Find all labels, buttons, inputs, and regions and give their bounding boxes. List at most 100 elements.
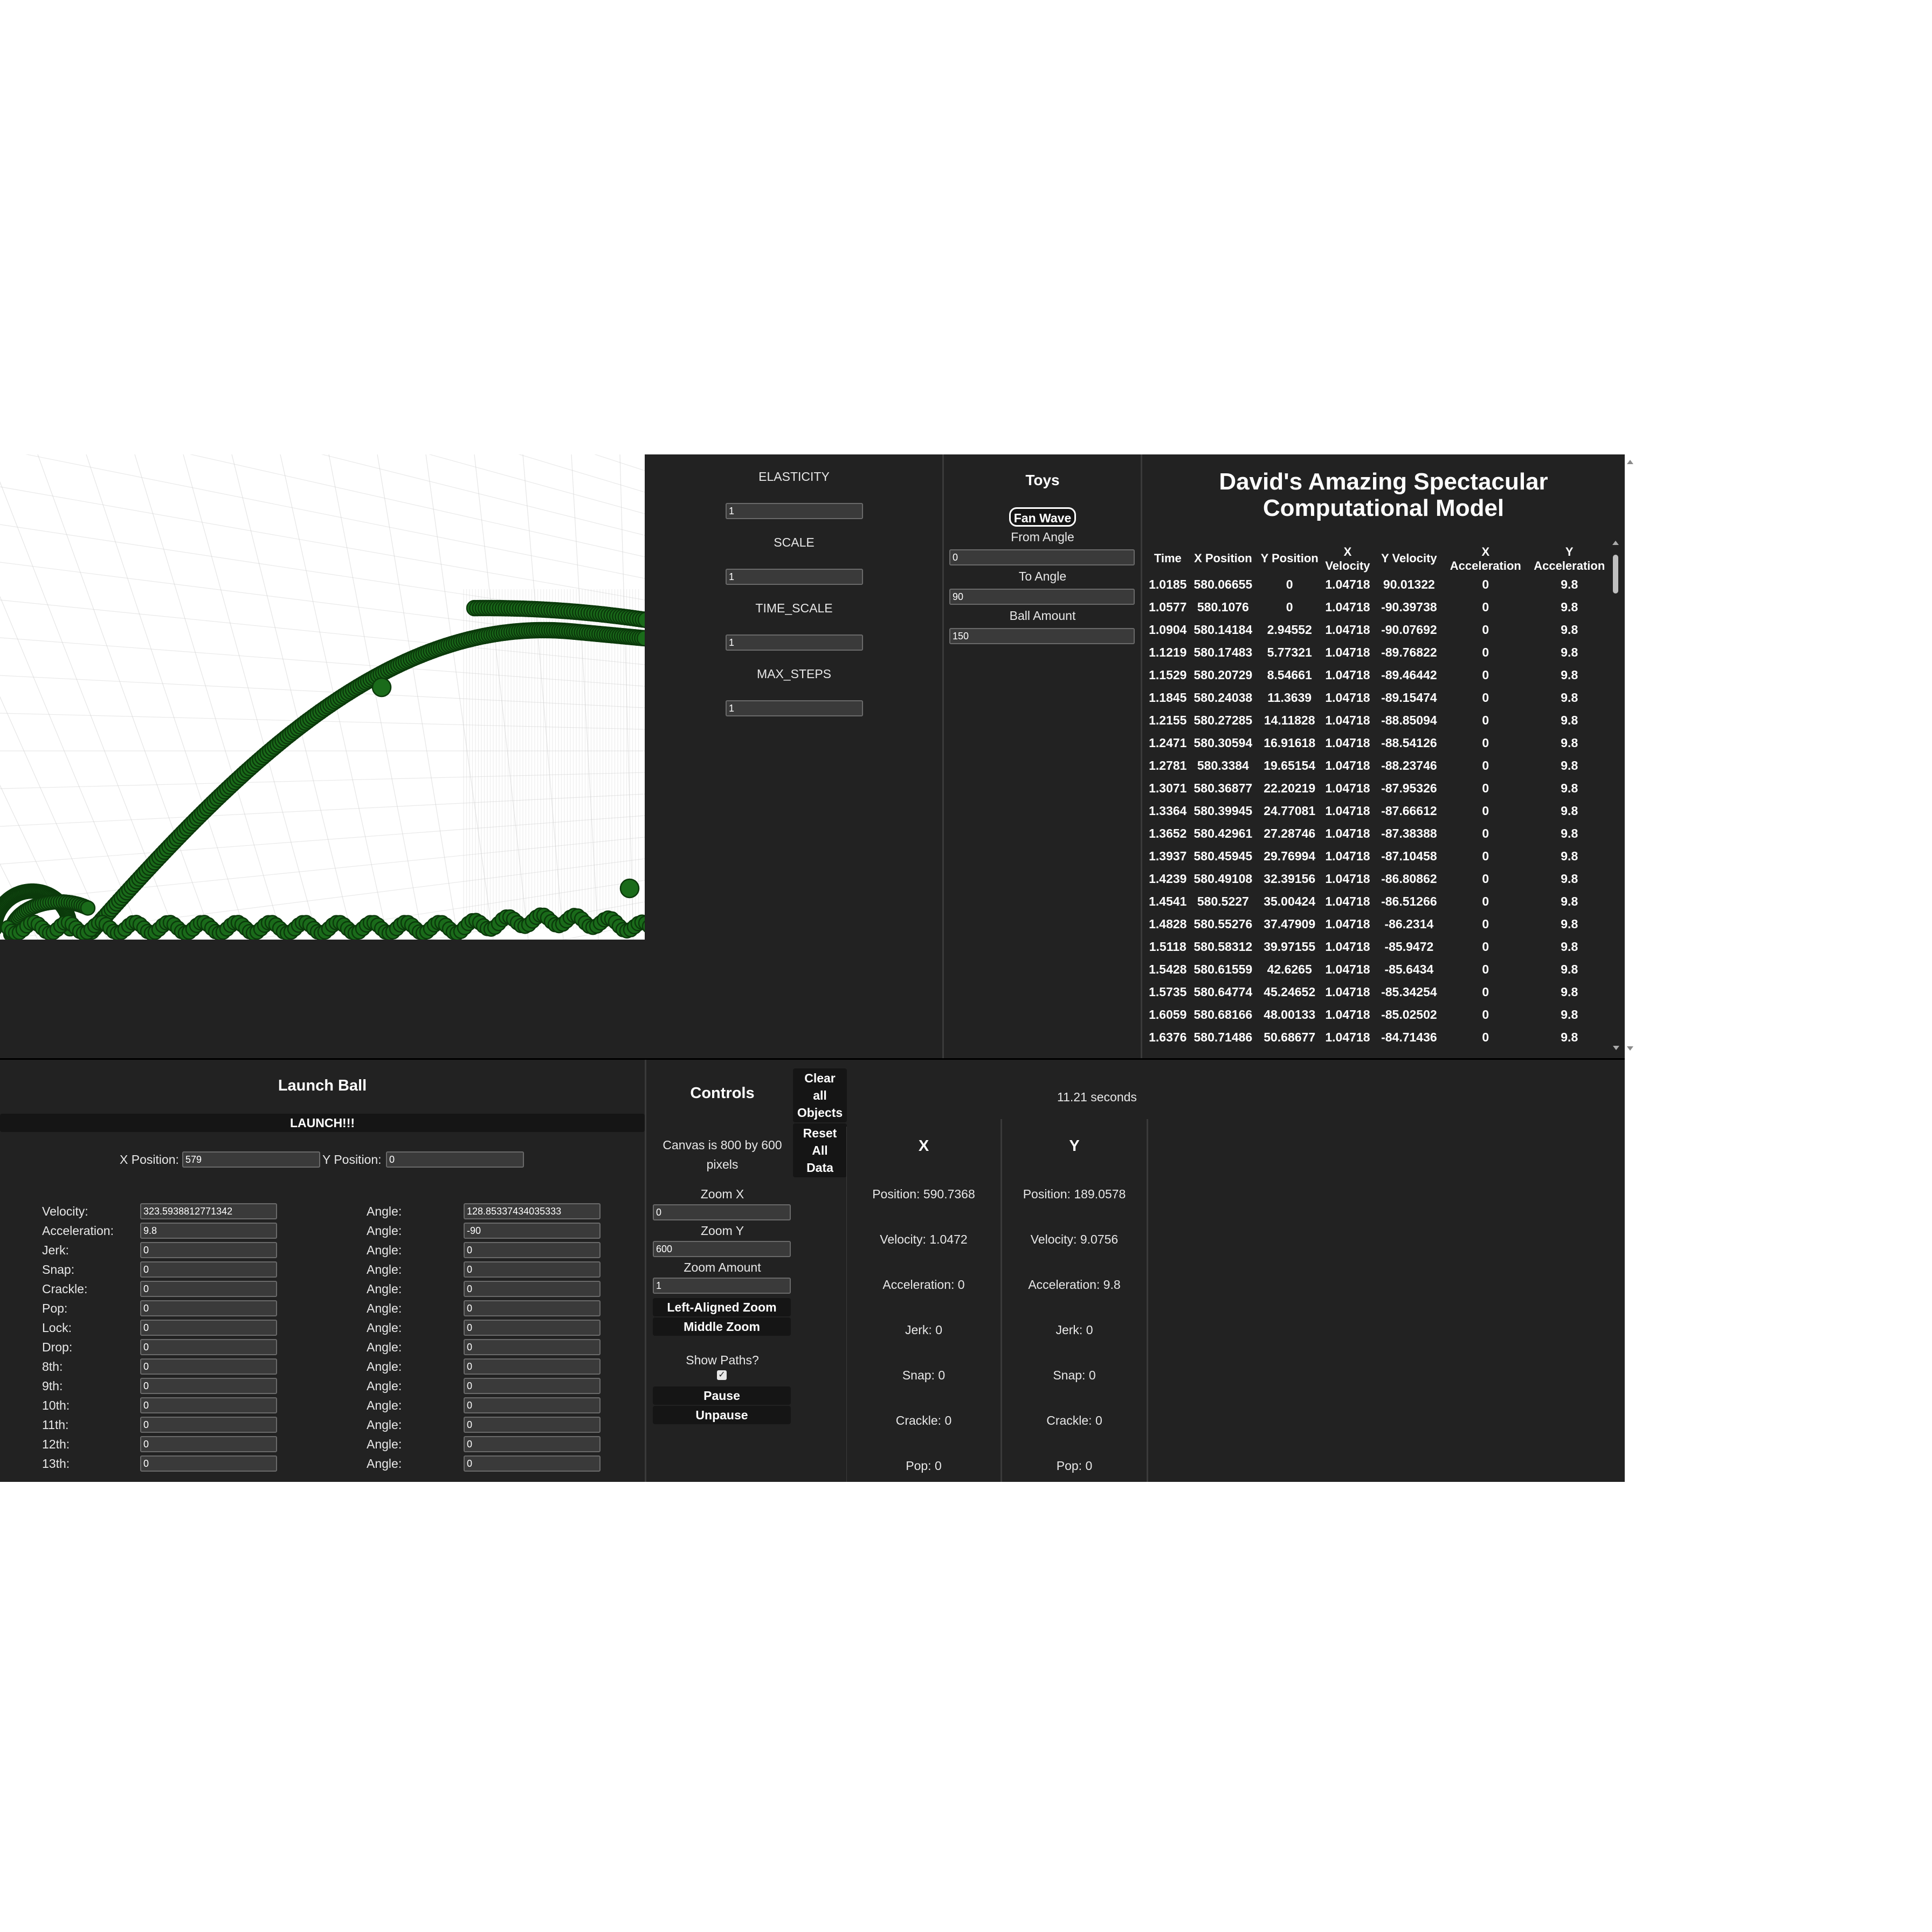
table-cell: -86.2314 xyxy=(1384,916,1434,931)
derivative-magnitude-input[interactable] xyxy=(140,1223,277,1239)
zoom-amount-input[interactable] xyxy=(653,1278,791,1294)
show-paths-checkbox[interactable]: ✓ xyxy=(717,1370,727,1380)
table-cell: -85.6434 xyxy=(1384,962,1434,976)
clear-all-objects-button[interactable]: Clear all Objects xyxy=(793,1068,847,1122)
table-cell: 27.28746 xyxy=(1264,826,1316,840)
angle-label: Angle: xyxy=(367,1321,402,1335)
x-stat-line: Velocity: 1.0472 xyxy=(880,1232,968,1246)
table-cell: 1.6376 xyxy=(1149,1030,1187,1044)
scroll-up-arrow-icon[interactable] xyxy=(1627,460,1633,464)
col-header-y-position: Y Position xyxy=(1260,551,1319,565)
left-aligned-zoom-button[interactable]: Left-Aligned Zoom xyxy=(653,1298,791,1316)
scroll-down-arrow-icon[interactable] xyxy=(1613,1046,1619,1050)
table-cell: 1.5118 xyxy=(1149,939,1186,954)
from-angle-input[interactable] xyxy=(949,549,1135,565)
table-cell: 0 xyxy=(1482,984,1489,999)
to-angle-input[interactable] xyxy=(949,589,1135,605)
table-cell: -87.38388 xyxy=(1381,826,1437,840)
table-row: 1.6059 580.68166 48.00133 1.04718 -85.02502 0… xyxy=(1148,1003,1611,1026)
reset-all-data-button[interactable]: Reset All Data xyxy=(793,1123,847,1177)
derivative-magnitude-input[interactable] xyxy=(140,1203,277,1219)
derivative-magnitude-input[interactable] xyxy=(140,1300,277,1316)
middle-zoom-button[interactable]: Middle Zoom xyxy=(653,1317,791,1336)
scroll-up-arrow-icon[interactable] xyxy=(1612,541,1619,545)
show-paths-label: Show Paths? xyxy=(686,1353,759,1367)
table-cell: -87.10458 xyxy=(1381,848,1437,863)
grid-line xyxy=(0,784,73,940)
angle-label: Angle: xyxy=(367,1379,402,1393)
zoom-x-input[interactable] xyxy=(653,1204,791,1220)
time-scale-input[interactable] xyxy=(726,634,863,651)
derivative-angle-input[interactable] xyxy=(464,1223,601,1239)
y-stat-line: Jerk: 0 xyxy=(1055,1323,1093,1337)
derivative-angle-input[interactable] xyxy=(464,1358,601,1375)
x-position-input[interactable] xyxy=(182,1151,320,1168)
derivative-angle-input[interactable] xyxy=(464,1339,601,1355)
max-steps-label: MAX_STEPS xyxy=(756,667,832,681)
derivative-angle-input[interactable] xyxy=(464,1320,601,1336)
zoom-amount-label: Zoom Amount xyxy=(684,1260,761,1274)
table-cell: 9.8 xyxy=(1561,622,1578,637)
table-cell: 1.4239 xyxy=(1149,871,1187,886)
table-cell: 1.0577 xyxy=(1149,599,1187,614)
derivative-label: Velocity: xyxy=(42,1204,88,1218)
derivative-angle-input[interactable] xyxy=(464,1436,601,1452)
table-cell: 580.68166 xyxy=(1193,1007,1253,1022)
derivative-magnitude-input[interactable] xyxy=(140,1397,277,1413)
fan-wave-button[interactable]: Fan Wave xyxy=(1009,507,1076,527)
col-header-y-acceleration: Y Acceleration xyxy=(1534,545,1605,572)
scale-input[interactable] xyxy=(726,569,863,585)
derivative-angle-input[interactable] xyxy=(464,1455,601,1472)
derivative-magnitude-input[interactable] xyxy=(140,1339,277,1355)
table-cell: 1.2155 xyxy=(1149,713,1187,727)
ball-amount-input[interactable] xyxy=(949,628,1135,644)
table-cell: 1.04718 xyxy=(1325,645,1370,659)
table-row: 1.4541 580.5227 35.00424 1.04718 -86.51266 0 9… xyxy=(1148,890,1611,913)
time-scale-label: TIME_SCALE xyxy=(755,601,833,615)
derivative-angle-input[interactable] xyxy=(464,1261,601,1278)
y-position-input[interactable] xyxy=(386,1151,524,1168)
launch-button[interactable]: LAUNCH!!! xyxy=(0,1114,645,1132)
scroll-down-arrow-icon[interactable] xyxy=(1627,1046,1633,1051)
derivative-magnitude-input[interactable] xyxy=(140,1242,277,1258)
table-cell: -90.07692 xyxy=(1381,622,1437,637)
derivative-angle-input[interactable] xyxy=(464,1397,601,1413)
derivative-angle-input[interactable] xyxy=(464,1378,601,1394)
derivative-magnitude-input[interactable] xyxy=(140,1320,277,1336)
max-steps-input[interactable] xyxy=(726,700,863,716)
derivative-angle-input[interactable] xyxy=(464,1417,601,1433)
derivative-magnitude-input[interactable] xyxy=(140,1378,277,1394)
derivative-magnitude-input[interactable] xyxy=(140,1417,277,1433)
ball xyxy=(371,677,392,698)
unpause-button[interactable]: Unpause xyxy=(653,1406,791,1424)
derivative-magnitude-input[interactable] xyxy=(140,1358,277,1375)
table-cell: 1.2471 xyxy=(1149,735,1187,750)
table-cell: -89.15474 xyxy=(1381,690,1437,705)
grid-line xyxy=(0,815,645,865)
derivative-magnitude-input[interactable] xyxy=(140,1455,277,1472)
derivative-angle-input[interactable] xyxy=(464,1242,601,1258)
table-cell: 1.6059 xyxy=(1149,1007,1187,1022)
elasticity-input[interactable] xyxy=(726,503,863,519)
zoom-y-input[interactable] xyxy=(653,1241,791,1257)
table-scrollbar[interactable] xyxy=(1611,541,1620,1050)
grid-line xyxy=(183,454,319,940)
derivative-angle-input[interactable] xyxy=(464,1203,601,1219)
page-scrollbar[interactable] xyxy=(1625,454,1636,1058)
derivative-angle-input[interactable] xyxy=(464,1300,601,1316)
derivative-magnitude-input[interactable] xyxy=(140,1281,277,1297)
derivative-angle-input[interactable] xyxy=(464,1281,601,1297)
derivative-magnitude-input[interactable] xyxy=(140,1436,277,1452)
table-cell: 35.00424 xyxy=(1264,894,1316,908)
scrollbar-thumb[interactable] xyxy=(1613,555,1618,594)
table-cell: 1.04718 xyxy=(1325,690,1370,705)
derivative-magnitude-input[interactable] xyxy=(140,1261,277,1278)
table-cell: 0 xyxy=(1482,939,1489,954)
pause-button[interactable]: Pause xyxy=(653,1386,791,1405)
table-cell: 0 xyxy=(1482,645,1489,659)
table-cell: 0 xyxy=(1482,826,1489,840)
table-row: 1.0577 580.1076 0 1.04718 -90.39738 0 9.8 xyxy=(1148,596,1611,618)
grid-line xyxy=(321,454,645,536)
simulation-canvas[interactable] xyxy=(0,454,645,940)
table-cell: 0 xyxy=(1482,781,1489,795)
